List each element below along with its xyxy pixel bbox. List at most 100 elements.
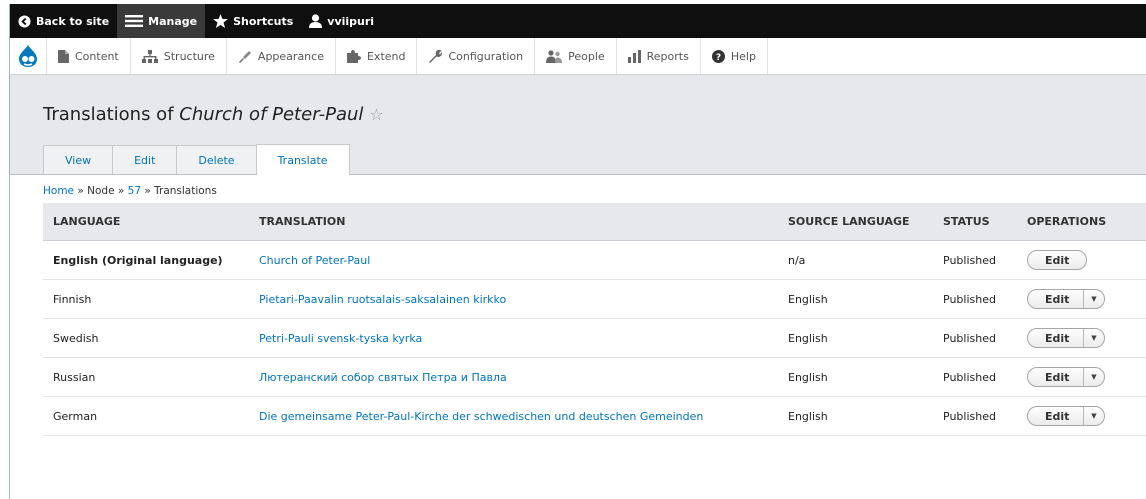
dropbutton-toggle-icon[interactable]: ▼ (1083, 329, 1104, 347)
cell-status: Published (933, 318, 1017, 358)
drupal-logo[interactable] (10, 38, 46, 74)
edit-button[interactable]: Edit (1027, 250, 1088, 270)
drupal-drop-icon (19, 45, 37, 67)
tab-edit[interactable]: Edit (112, 145, 178, 174)
cell-source-language: English (778, 318, 933, 358)
tab-label: Edit (134, 153, 156, 167)
bar-chart-icon (627, 49, 641, 63)
cell-operations: Edit ▼ (1017, 318, 1146, 358)
tab-translate[interactable]: Translate (255, 144, 350, 175)
cell-language: Finnish (43, 279, 249, 319)
breadcrumb-node-id-link[interactable]: 57 (128, 185, 141, 197)
edit-button-label: Edit (1045, 253, 1070, 267)
edit-button[interactable]: Edit (1028, 293, 1083, 306)
breadcrumb-home-link[interactable]: Home (43, 185, 74, 197)
translation-link[interactable]: Church of Peter-Paul (259, 254, 370, 267)
menu-item-label: Appearance (257, 49, 324, 63)
tab-label: Delete (198, 153, 235, 167)
menu-item-label: Configuration (448, 49, 524, 63)
table-row: Russian Лютеранский собор святых Петра и… (43, 357, 1146, 397)
tab-delete[interactable]: Delete (176, 145, 257, 174)
edit-dropbutton: Edit ▼ (1027, 328, 1105, 348)
cell-translation: Pietari-Paavalin ruotsalais-saksalainen … (249, 279, 778, 319)
translation-link[interactable]: Petri-Pauli svensk-tyska kyrka (259, 332, 422, 345)
table-header-row: Language Translation Source language Sta… (43, 203, 1146, 241)
menu-item-extend[interactable]: Extend (334, 38, 417, 74)
cell-operations: Edit (1017, 240, 1146, 280)
breadcrumb: Home » Node » 57 » Translations (43, 185, 217, 197)
edit-dropbutton: Edit ▼ (1027, 289, 1105, 309)
shortcuts-tab[interactable]: Shortcuts (205, 4, 301, 38)
table-row: English (Original language) Church of Pe… (43, 240, 1146, 280)
user-tab[interactable]: vviipuri (301, 4, 382, 38)
dropbutton-toggle-icon[interactable]: ▼ (1083, 290, 1104, 308)
edit-button[interactable]: Edit (1028, 410, 1083, 423)
menu-item-appearance[interactable]: Appearance (225, 38, 335, 74)
cell-language: English (Original language) (43, 240, 249, 280)
people-icon (546, 49, 563, 63)
menu-item-people[interactable]: People (534, 38, 616, 74)
menu-item-label: Reports (646, 49, 689, 63)
edit-dropbutton: Edit ▼ (1027, 367, 1105, 387)
page-title: Translations of Church of Peter-Paul ☆ (43, 104, 384, 125)
menu-item-label: Help (730, 49, 756, 63)
page-title-node: Church of Peter-Paul (179, 104, 364, 125)
cell-source-language: English (778, 396, 933, 436)
manage-label: Manage (148, 14, 198, 28)
cell-translation: Petri-Pauli svensk-tyska kyrka (249, 318, 778, 358)
cell-status: Published (933, 240, 1017, 280)
cell-status: Published (933, 396, 1017, 436)
translation-link[interactable]: Pietari-Paavalin ruotsalais-saksalainen … (259, 293, 506, 306)
tab-view[interactable]: View (43, 145, 114, 174)
menu-item-label: Structure (163, 49, 215, 63)
sitemap-icon (141, 49, 158, 63)
cell-source-language: English (778, 279, 933, 319)
back-to-site-link[interactable]: Back to site (10, 4, 117, 38)
column-header-operations: Operations (1017, 203, 1146, 241)
cell-language: German (43, 396, 249, 436)
star-icon (213, 14, 228, 28)
column-header-language: Language (43, 203, 249, 241)
cell-status: Published (933, 279, 1017, 319)
cell-translation: Лютеранский собор святых Петра и Павла (249, 357, 778, 397)
page-header: Translations of Church of Peter-Paul ☆ Vi… (10, 75, 1146, 175)
cell-source-language: n/a (778, 240, 933, 280)
menu-item-reports[interactable]: Reports (615, 38, 700, 74)
translation-link[interactable]: Лютеранский собор святых Петра и Павла (259, 371, 507, 384)
edit-button[interactable]: Edit (1028, 371, 1083, 384)
table-row: Finnish Pietari-Paavalin ruotsalais-saks… (43, 279, 1146, 319)
tab-label: Translate (277, 153, 328, 167)
dropbutton-toggle-icon[interactable]: ▼ (1083, 368, 1104, 386)
puzzle-icon (346, 49, 361, 63)
breadcrumb-separator: » (74, 185, 88, 197)
back-to-site-label: Back to site (36, 14, 110, 28)
edit-button[interactable]: Edit (1028, 332, 1083, 345)
menu-item-label: Content (75, 49, 119, 63)
menu-item-label: Extend (366, 49, 406, 63)
menu-item-configuration[interactable]: Configuration (416, 38, 534, 74)
hamburger-icon (125, 15, 144, 27)
page-title-prefix: Translations of (43, 104, 180, 125)
wrench-icon (429, 49, 443, 63)
manage-tab[interactable]: Manage (117, 4, 206, 38)
menu-item-help[interactable]: ? Help (699, 38, 768, 74)
dropbutton-toggle-icon[interactable]: ▼ (1083, 407, 1104, 425)
help-icon: ? (711, 49, 725, 63)
menu-item-structure[interactable]: Structure (129, 38, 226, 74)
svg-text:?: ? (716, 53, 721, 63)
cell-translation: Church of Peter-Paul (249, 240, 778, 280)
translation-link[interactable]: Die gemeinsame Peter-Paul-Kirche der sch… (259, 410, 703, 423)
cell-language: Russian (43, 357, 249, 397)
menu-item-content[interactable]: Content (46, 38, 130, 74)
translations-table: Language Translation Source language Sta… (43, 203, 1146, 436)
cell-status: Published (933, 357, 1017, 397)
bookmark-star-icon[interactable]: ☆ (369, 105, 383, 124)
column-header-source-language: Source language (778, 203, 933, 241)
cell-operations: Edit ▼ (1017, 396, 1146, 436)
breadcrumb-separator: » (141, 185, 155, 197)
user-label: vviipuri (327, 14, 375, 28)
user-icon (309, 14, 323, 28)
breadcrumb-current: Translations (154, 185, 217, 197)
cell-language: Swedish (43, 318, 249, 358)
menu-item-label: People (568, 49, 605, 63)
